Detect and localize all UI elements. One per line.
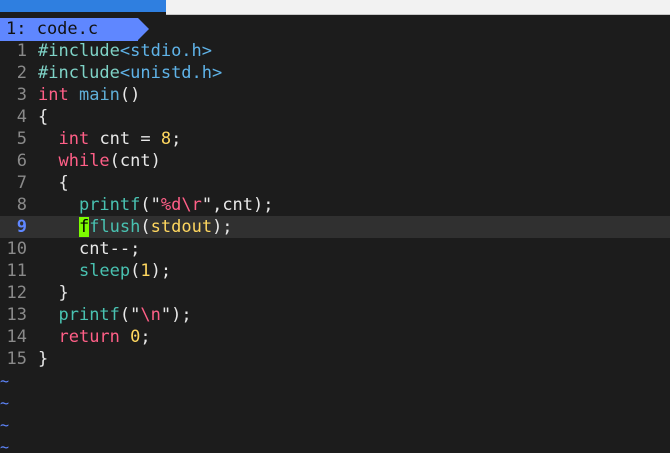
line-number: 13 xyxy=(6,305,27,325)
empty-line-marker: ~ xyxy=(0,372,10,390)
line-content: int main() xyxy=(38,85,141,105)
code-line: 14 return 0; xyxy=(0,326,670,348)
line-content: sleep(1); xyxy=(78,261,172,281)
code-line: 4{ xyxy=(0,106,670,128)
line-content: int cnt = 8; xyxy=(58,129,182,149)
line-number: 8 xyxy=(16,195,27,215)
text-cursor: f xyxy=(78,217,90,237)
line-number: 5 xyxy=(16,129,27,149)
code-line: 5 int cnt = 8; xyxy=(0,128,670,150)
code-line: 8 printf("%d\r",cnt); xyxy=(0,194,670,216)
line-number: 3 xyxy=(16,85,27,105)
line-content: cnt--; xyxy=(78,239,141,259)
line-number-current: 9 xyxy=(16,217,27,237)
line-number: 4 xyxy=(16,107,27,127)
code-line: 13 printf("\n"); xyxy=(0,304,670,326)
line-content: while(cnt) xyxy=(58,151,161,171)
code-line: 15} xyxy=(0,348,670,370)
code-line: 6 while(cnt) xyxy=(0,150,670,172)
empty-line-marker: ~ xyxy=(0,438,10,453)
empty-line-marker: ~ xyxy=(0,394,10,412)
line-content: #include<stdio.h> xyxy=(38,41,213,61)
line-number: 2 xyxy=(16,63,27,83)
line-number: 11 xyxy=(6,261,27,281)
code-line: 7 { xyxy=(0,172,670,194)
line-content: printf("%d\r",cnt); xyxy=(78,195,274,215)
line-number: 6 xyxy=(16,151,27,171)
line-content: #include<unistd.h> xyxy=(38,63,223,83)
code-editor[interactable]: 1 #include<stdio.h> 2 #include<unistd.h> 3… xyxy=(0,40,670,453)
line-number: 14 xyxy=(6,327,27,347)
line-content: } xyxy=(58,283,69,303)
line-content: } xyxy=(38,349,49,369)
line-content: { xyxy=(38,107,49,127)
vim-tabline: 1: code.c xyxy=(0,18,670,41)
line-content: fflush(stdout); xyxy=(78,217,233,237)
empty-line-marker: ~ xyxy=(0,416,10,434)
line-number: 10 xyxy=(6,239,27,259)
tab-arrow-separator xyxy=(138,18,149,40)
line-number: 7 xyxy=(16,173,27,193)
code-line-current: 9 fflush(stdout); xyxy=(0,216,670,238)
code-line: 10 cnt--; xyxy=(0,238,670,260)
code-line: 1 #include<stdio.h> xyxy=(0,40,670,62)
line-content: { xyxy=(58,173,69,193)
code-line: 3 int main() xyxy=(0,84,670,106)
window-top-tab[interactable] xyxy=(0,0,166,12)
code-line: 12 } xyxy=(0,282,670,304)
line-content: return 0; xyxy=(58,327,151,347)
window-top-strip xyxy=(166,0,670,15)
line-number: 12 xyxy=(6,283,27,303)
tab-code-c[interactable]: 1: code.c xyxy=(0,18,138,41)
line-number: 1 xyxy=(16,41,27,61)
window-top-bar xyxy=(0,0,670,18)
line-content: printf("\n"); xyxy=(58,305,192,325)
code-line: 11 sleep(1); xyxy=(0,260,670,282)
line-number: 15 xyxy=(6,349,27,369)
code-line: 2 #include<unistd.h> xyxy=(0,62,670,84)
